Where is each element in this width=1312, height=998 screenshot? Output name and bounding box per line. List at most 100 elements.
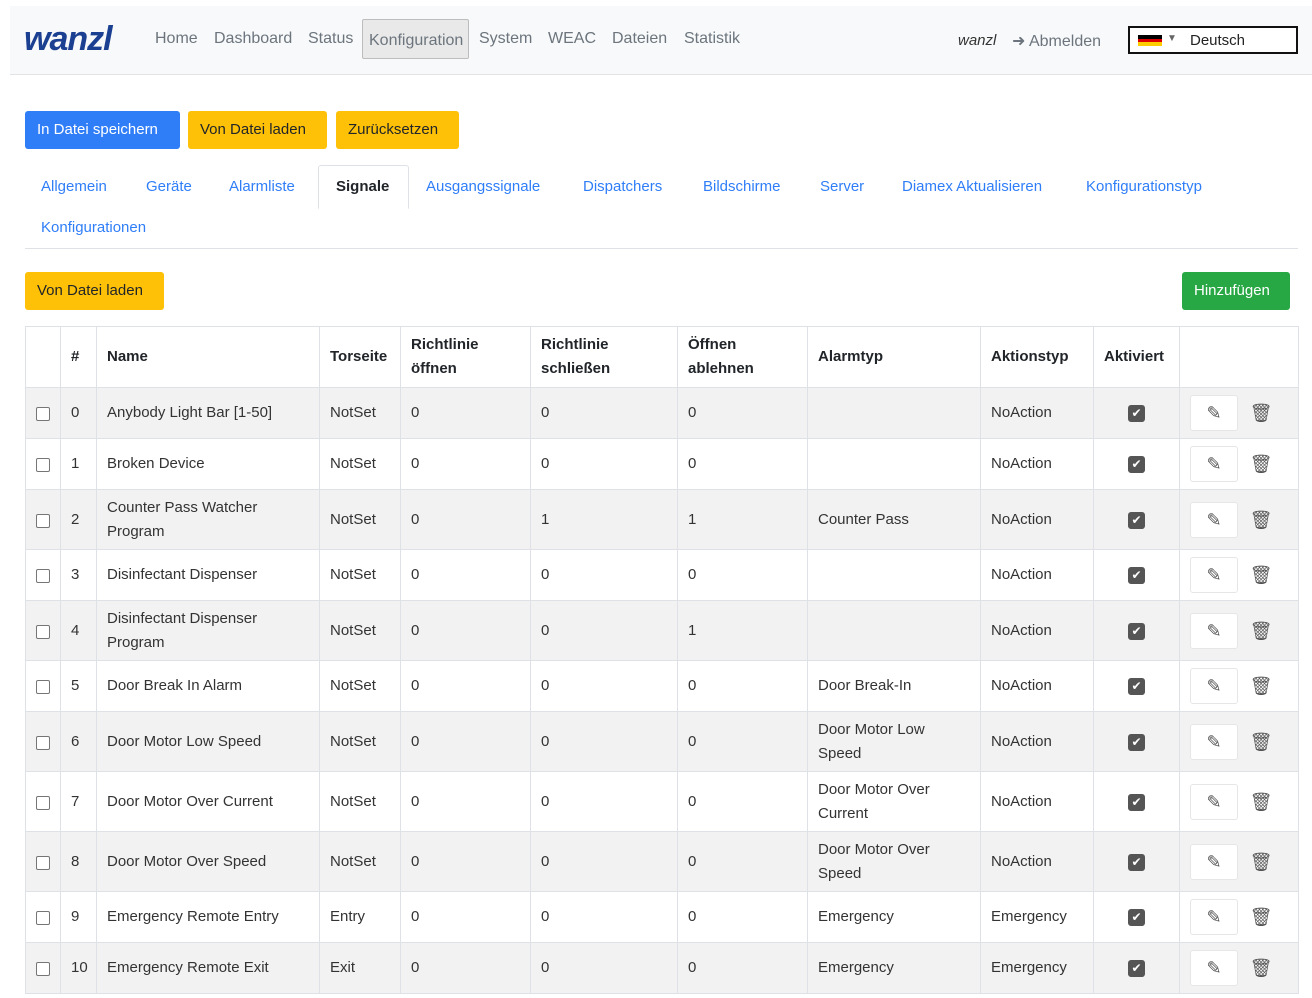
checked-icon: ✔	[1128, 960, 1145, 977]
edit-icon[interactable]: ✎	[1190, 899, 1238, 935]
col-open-policy: Richtlinie öffnen	[400, 326, 531, 388]
cell-aktionstyp: NoAction	[980, 387, 1094, 439]
cell-actions: ✎ 🗑	[1179, 387, 1299, 439]
trash-icon[interactable]: 🗑	[1238, 508, 1284, 532]
edit-icon[interactable]: ✎	[1190, 723, 1238, 760]
cell-torseite: Exit	[319, 942, 401, 994]
language-select[interactable]: ▼ Deutsch	[1128, 26, 1298, 54]
trash-icon[interactable]: 🗑	[1238, 905, 1284, 929]
tab-bildschirme[interactable]: Bildschirme	[703, 178, 781, 195]
tab-server[interactable]: Server	[820, 178, 864, 195]
cell-aktiviert: ✔	[1093, 387, 1180, 439]
nav-konfiguration-label: Konfiguration	[369, 32, 464, 49]
select-checkbox[interactable]	[36, 735, 50, 750]
nav-dateien[interactable]: Dateien	[612, 30, 667, 48]
tab-dispatchers[interactable]: Dispatchers	[583, 178, 662, 195]
nav-dashboard[interactable]: Dashboard	[214, 30, 292, 48]
cell-aktionstyp: NoAction	[980, 489, 1094, 550]
brand-logo[interactable]: wanzl	[24, 20, 113, 59]
edit-icon[interactable]: ✎	[1190, 950, 1238, 986]
edit-icon[interactable]: ✎	[1190, 446, 1238, 482]
trash-icon[interactable]: 🗑	[1238, 956, 1284, 980]
edit-icon[interactable]: ✎	[1190, 612, 1238, 649]
tab-konfigurationen[interactable]: Konfigurationen	[41, 219, 146, 236]
top-navbar: wanzl Home Dashboard Status Konfiguratio…	[10, 6, 1312, 75]
tab-konfigurationstyp[interactable]: Konfigurationstyp	[1086, 178, 1202, 195]
cell-aktiviert: ✔	[1093, 549, 1180, 601]
add-button[interactable]: Hinzufügen	[1182, 272, 1290, 310]
edit-icon[interactable]: ✎	[1190, 557, 1238, 593]
nav-statistik[interactable]: Statistik	[684, 30, 740, 48]
col-alarmtyp: Alarmtyp	[807, 326, 981, 388]
select-checkbox[interactable]	[36, 962, 50, 976]
nav-system[interactable]: System	[479, 30, 532, 48]
select-checkbox[interactable]	[36, 911, 50, 925]
cell-aktiviert: ✔	[1093, 942, 1180, 994]
checked-icon: ✔	[1128, 733, 1145, 751]
german-flag-icon	[1138, 35, 1162, 46]
load-from-file-button[interactable]: Von Datei laden	[188, 111, 327, 149]
select-checkbox[interactable]	[36, 795, 50, 810]
trash-icon[interactable]: 🗑	[1238, 452, 1284, 476]
select-checkbox[interactable]	[36, 680, 50, 694]
nav-home[interactable]: Home	[155, 30, 198, 48]
trash-icon[interactable]: 🗑	[1238, 850, 1284, 874]
cell-alarmtyp	[807, 438, 981, 490]
nav-weac[interactable]: WEAC	[548, 30, 596, 48]
cell-deny: 1	[677, 600, 808, 661]
cell-close: 1	[530, 489, 678, 550]
cell-num: 7	[60, 771, 97, 832]
cell-deny: 0	[677, 771, 808, 832]
edit-icon[interactable]: ✎	[1190, 783, 1238, 820]
edit-icon[interactable]: ✎	[1190, 395, 1238, 431]
cell-close: 0	[530, 831, 678, 892]
select-checkbox[interactable]	[36, 513, 50, 528]
row-checkbox	[25, 660, 61, 712]
trash-icon[interactable]: 🗑	[1238, 563, 1284, 587]
cell-close: 0	[530, 660, 678, 712]
cell-close: 0	[530, 711, 678, 772]
cell-num: 3	[60, 549, 97, 601]
reset-button[interactable]: Zurücksetzen	[336, 111, 459, 149]
select-checkbox[interactable]	[36, 407, 50, 421]
checked-icon: ✔	[1128, 853, 1145, 871]
cell-aktiviert: ✔	[1093, 891, 1180, 943]
select-checkbox[interactable]	[36, 569, 50, 583]
save-to-file-button[interactable]: In Datei speichern	[25, 111, 180, 149]
cell-aktiviert: ✔	[1093, 771, 1180, 832]
trash-icon[interactable]: 🗑	[1238, 674, 1284, 698]
logout-link[interactable]: ➜ Abmelden	[1012, 31, 1101, 51]
table-header: # Name Torseite Richtlinie öffnen Richtl…	[25, 326, 1299, 388]
tab-alarmliste[interactable]: Alarmliste	[229, 178, 295, 195]
cell-open: 0	[400, 771, 531, 832]
nav-status[interactable]: Status	[308, 30, 353, 48]
cell-torseite: NotSet	[319, 549, 401, 601]
select-checkbox[interactable]	[36, 624, 50, 639]
trash-icon[interactable]: 🗑	[1238, 730, 1284, 754]
cell-alarmtyp: Emergency	[807, 942, 981, 994]
trash-icon[interactable]: 🗑	[1238, 790, 1284, 814]
cell-deny: 0	[677, 387, 808, 439]
select-checkbox[interactable]	[36, 855, 50, 870]
tab-allgemein[interactable]: Allgemein	[41, 178, 107, 195]
row-checkbox	[25, 489, 61, 550]
edit-icon[interactable]: ✎	[1190, 501, 1238, 538]
trash-icon[interactable]: 🗑	[1238, 401, 1284, 425]
tab-geraete[interactable]: Geräte	[146, 178, 192, 195]
cell-actions: ✎ 🗑	[1179, 771, 1299, 832]
tab-signale[interactable]: Signale	[318, 165, 409, 209]
tab-diamex[interactable]: Diamex Aktualisieren	[902, 178, 1042, 195]
edit-icon[interactable]: ✎	[1190, 843, 1238, 880]
checked-icon: ✔	[1128, 405, 1145, 422]
cell-aktiviert: ✔	[1093, 438, 1180, 490]
chevron-down-icon: ▼	[1167, 33, 1177, 44]
cell-name: Door Motor Over Speed	[96, 831, 320, 892]
trash-icon[interactable]: 🗑	[1238, 619, 1284, 643]
load-signals-from-file-button[interactable]: Von Datei laden	[25, 272, 164, 310]
cell-num: 2	[60, 489, 97, 550]
tab-ausgangssignale[interactable]: Ausgangssignale	[426, 178, 540, 195]
edit-icon[interactable]: ✎	[1190, 668, 1238, 704]
nav-konfiguration[interactable]: Konfiguration	[362, 19, 469, 59]
select-checkbox[interactable]	[36, 458, 50, 472]
cell-open: 0	[400, 711, 531, 772]
